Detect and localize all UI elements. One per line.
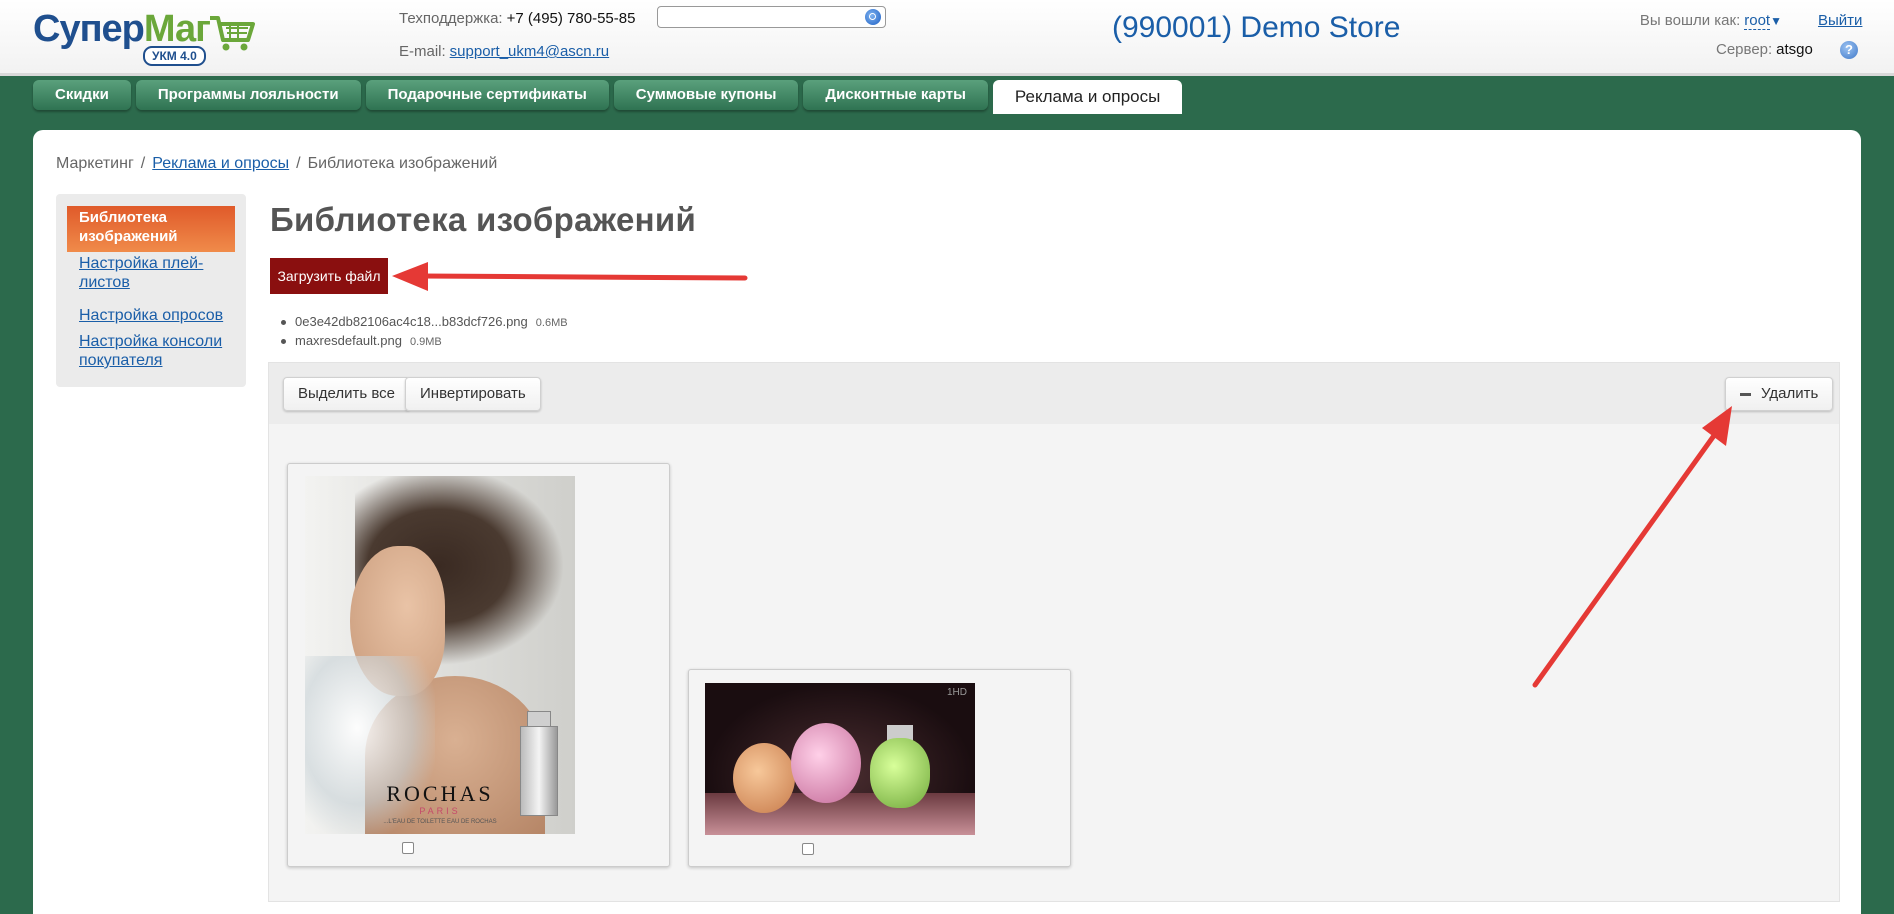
image-card[interactable]: 1HD: [688, 669, 1071, 867]
breadcrumb-root: Маркетинг: [56, 155, 134, 172]
support-phone: +7 (495) 780-55-85: [506, 10, 636, 27]
sidebar-item-image-library[interactable]: Библиотека изображений: [67, 206, 235, 252]
sidebar-menu: Библиотека изображений Настройка плей-ли…: [56, 194, 246, 387]
breadcrumb-section-link[interactable]: Реклама и опросы: [152, 155, 289, 172]
breadcrumb-separator: /: [140, 155, 146, 172]
user-menu[interactable]: root: [1744, 12, 1771, 30]
logo-text-part2: Маг: [143, 8, 211, 50]
image-gallery: Выделить все Инвертировать Удалить ROCHA…: [268, 362, 1840, 902]
breadcrumb-separator: /: [296, 155, 301, 172]
main-tabs: Скидки Программы лояльности Подарочные с…: [33, 80, 1183, 114]
support-phone-line: Техподдержка: +7 (495) 780-55-85: [399, 10, 635, 27]
email-label: E-mail:: [399, 43, 446, 60]
logo-text-part1: Супер: [33, 8, 145, 50]
tab-amount-coupons[interactable]: Суммовые купоны: [613, 80, 799, 110]
search-icon[interactable]: [865, 9, 881, 25]
image-brand-text: ROCHAS: [386, 781, 494, 806]
breadcrumb: Маркетинг / Реклама и опросы / Библиотека из…: [56, 155, 497, 173]
support-email-link[interactable]: support_ukm4@ascn.ru: [450, 43, 609, 60]
breadcrumb-current: Библиотека изображений: [307, 155, 498, 172]
image-card[interactable]: ROCHAS PARIS ...L'EAU DE TOILETTE EAU DE…: [287, 463, 670, 867]
server-label: Сервер:: [1716, 41, 1773, 58]
tab-discounts[interactable]: Скидки: [33, 80, 131, 110]
support-label: Техподдержка:: [399, 10, 503, 27]
search-input[interactable]: [657, 6, 886, 28]
perfume-bottles-image: 1HD: [705, 683, 975, 835]
channel-logo: 1HD: [946, 687, 967, 698]
logged-in-user: Вы вошли как: root▼: [1639, 12, 1782, 30]
delete-button[interactable]: Удалить: [1725, 377, 1834, 411]
sidebar-item-surveys[interactable]: Настройка опросов: [79, 306, 239, 325]
list-item: 0e3e42db82106ac4c18...b83dcf726.png 0.6MB: [281, 313, 568, 332]
caret-down-icon[interactable]: ▼: [1770, 14, 1782, 28]
list-item: maxresdefault.png 0.9MB: [281, 332, 568, 351]
tab-gift-certificates[interactable]: Подарочные сертификаты: [365, 80, 609, 110]
image-select-checkbox[interactable]: [802, 843, 814, 855]
store-title: (990001) Demo Store: [1112, 11, 1401, 44]
supermag-logo[interactable]: СуперМаг УКМ 4.0: [33, 8, 263, 68]
sidebar-item-playlists[interactable]: Настройка плей-листов: [79, 254, 239, 292]
tab-ads-and-surveys[interactable]: Реклама и опросы: [992, 80, 1183, 114]
delete-label: Удалить: [1761, 385, 1819, 402]
server-name: atsgo: [1776, 41, 1813, 58]
minus-icon: [1740, 392, 1751, 396]
file-size: 0.9MB: [409, 336, 442, 348]
perfume-ad-image: ROCHAS PARIS ...L'EAU DE TOILETTE EAU DE…: [305, 476, 575, 834]
upload-file-button[interactable]: Загрузить файл: [270, 258, 388, 294]
file-name: maxresdefault.png: [295, 333, 402, 348]
image-select-checkbox[interactable]: [402, 842, 414, 854]
help-icon[interactable]: ?: [1840, 41, 1858, 59]
file-name: 0e3e42db82106ac4c18...b83dcf726.png: [295, 314, 528, 329]
app-header: СуперМаг УКМ 4.0 Техподдержка: +7 (495) 7…: [0, 0, 1894, 76]
logout-link[interactable]: Выйти: [1818, 12, 1862, 29]
file-size: 0.6MB: [535, 317, 568, 329]
invert-selection-button[interactable]: Инвертировать: [405, 377, 541, 411]
logged-in-label: Вы вошли как:: [1639, 12, 1741, 29]
shopping-cart-icon: [210, 16, 255, 51]
select-all-button[interactable]: Выделить все: [283, 377, 411, 411]
uploaded-files-list: 0e3e42db82106ac4c18...b83dcf726.png 0.6MB…: [281, 313, 568, 351]
tab-discount-cards[interactable]: Дисконтные карты: [803, 80, 988, 110]
page-title: Библиотека изображений: [270, 201, 697, 238]
sidebar-item-customer-console[interactable]: Настройка консоли покупателя: [79, 332, 239, 370]
server-info: Сервер: atsgo: [1716, 41, 1813, 58]
tab-loyalty-programs[interactable]: Программы лояльности: [135, 80, 361, 110]
image-tagline: ...L'EAU DE TOILETTE EAU DE ROCHAS: [383, 819, 497, 825]
version-badge: УКМ 4.0: [143, 46, 206, 66]
image-sub-text: PARIS: [419, 806, 461, 816]
support-email-line: E-mail: support_ukm4@ascn.ru: [399, 43, 609, 60]
gallery-toolbar: Выделить все Инвертировать Удалить: [269, 363, 1839, 424]
